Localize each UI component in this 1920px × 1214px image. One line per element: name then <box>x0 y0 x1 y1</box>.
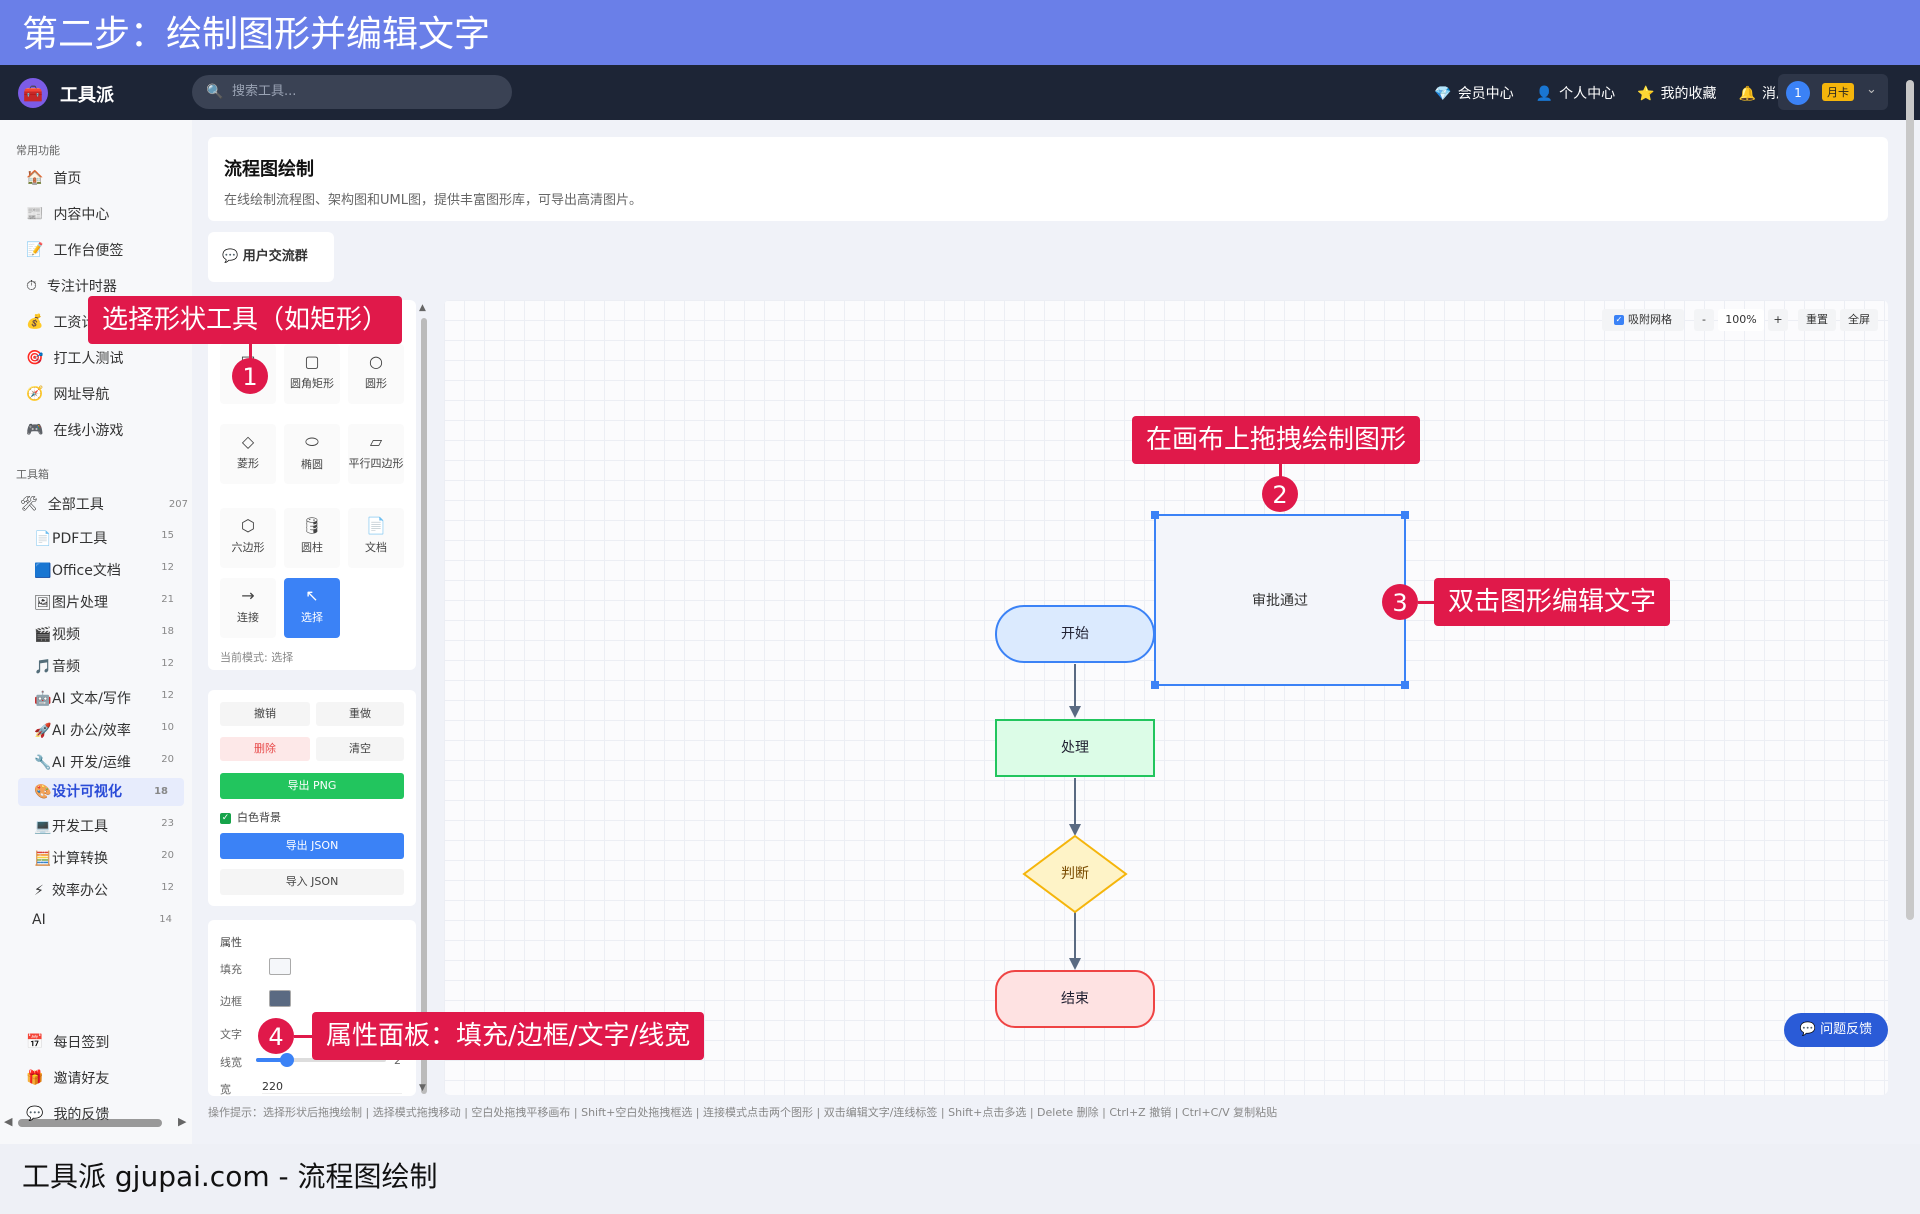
chat-icon: 💬 <box>1799 1022 1817 1037</box>
arrowhead-icon <box>1069 706 1081 718</box>
callout-2: 在画布上拖拽绘制图形 <box>1132 416 1421 464</box>
node-label: 审批通过 <box>1252 593 1308 609</box>
feedback-button[interactable]: 💬 问题反馈 <box>1784 1013 1888 1047</box>
callout-3-number: 3 <box>1382 584 1418 620</box>
resize-handle[interactable] <box>1401 681 1409 689</box>
resize-handle[interactable] <box>1151 511 1159 519</box>
callout-4-connector <box>294 1035 314 1038</box>
node-decision-label: 判断 <box>1061 866 1089 882</box>
node-start[interactable]: 开始 <box>995 605 1155 663</box>
arrowhead-icon <box>1069 824 1081 836</box>
footer-caption: 工具派 gjupai.com - 流程图绘制 <box>0 1144 1920 1214</box>
callout-3: 双击图形编辑文字 <box>1434 578 1671 626</box>
page-vscrollbar[interactable] <box>1906 80 1914 920</box>
feedback-label: 问题反馈 <box>1820 1022 1873 1037</box>
callout-2-number: 2 <box>1262 476 1298 512</box>
callout-1: 选择形状工具（如矩形） <box>88 296 403 344</box>
callout-4-number: 4 <box>258 1018 294 1054</box>
arrowhead-icon <box>1069 958 1081 970</box>
node-end[interactable]: 结束 <box>995 970 1155 1028</box>
resize-handle[interactable] <box>1151 681 1159 689</box>
callout-4: 属性面板：填充/边框/文字/线宽 <box>312 1012 705 1060</box>
node-approve-selected[interactable]: 审批通过 <box>1151 511 1409 689</box>
resize-handle[interactable] <box>1401 511 1409 519</box>
operation-hint: 操作提示：选择形状后拖拽绘制 | 选择模式拖拽移动 | 空白处拖拽平移画布 | … <box>208 1106 1278 1119</box>
callout-1-number: 1 <box>232 358 268 394</box>
node-process[interactable]: 处理 <box>995 719 1155 777</box>
